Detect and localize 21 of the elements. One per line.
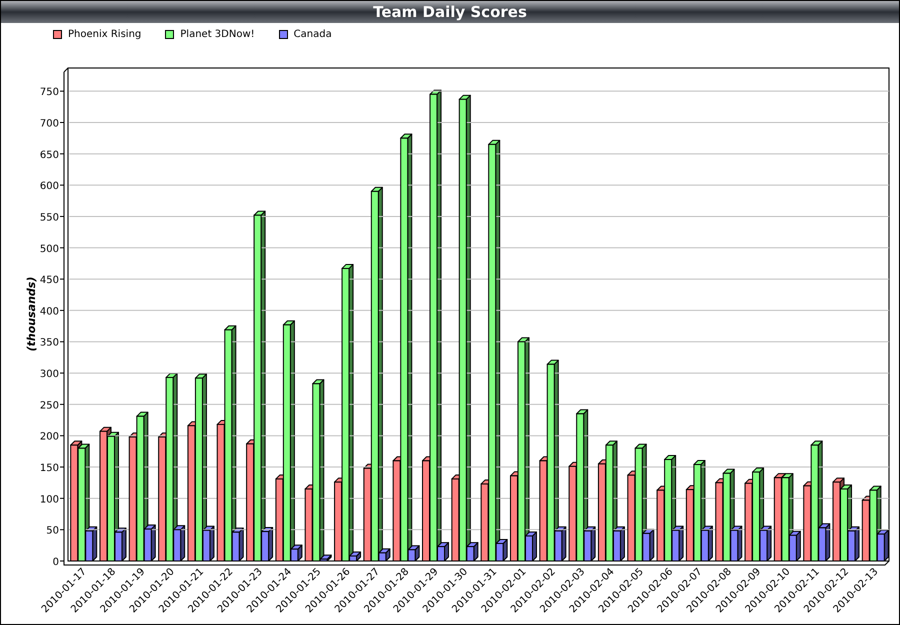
y-tick-label: 750 xyxy=(40,87,59,98)
y-tick-label: 350 xyxy=(40,338,59,349)
legend-label: Canada xyxy=(294,28,332,40)
y-tick-label: 600 xyxy=(40,181,59,192)
y-tick-label: 150 xyxy=(40,463,59,474)
y-tick-label: 700 xyxy=(40,118,59,130)
y-tick-label: 650 xyxy=(40,150,59,161)
y-axis-label: (thousands) xyxy=(25,276,38,352)
y-tick-label: 0 xyxy=(52,557,59,568)
y-tick-label: 100 xyxy=(40,494,59,506)
y-tick-label: 200 xyxy=(40,432,59,443)
y-tick-label: 300 xyxy=(40,369,59,380)
chart-title: Team Daily Scores xyxy=(373,3,527,21)
legend-label: Phoenix Rising xyxy=(68,28,142,40)
legend-label: Planet 3DNow! xyxy=(180,28,255,40)
y-tick-label: 550 xyxy=(40,212,59,224)
y-tick-label: 500 xyxy=(40,244,59,255)
y-tick-label: 400 xyxy=(40,306,59,318)
y-tick-label: 450 xyxy=(40,275,59,286)
y-tick-label: 50 xyxy=(46,526,59,537)
y-tick-label: 250 xyxy=(40,400,59,412)
